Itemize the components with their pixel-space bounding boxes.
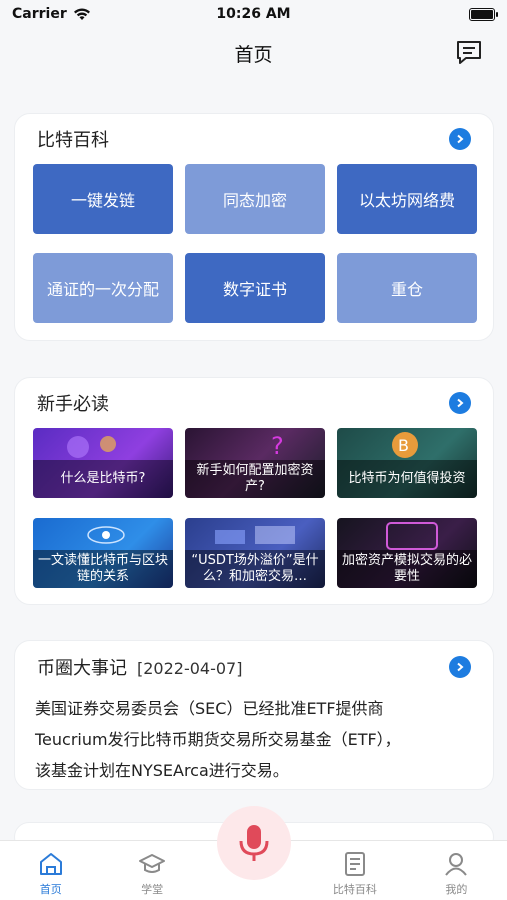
guides-grid: 什么是比特币? ? 新手如何配置加密资产? B 比特币为何值得投资 一文读懂比特… — [15, 428, 493, 588]
encyclopedia-item[interactable]: 一键发链 — [33, 164, 173, 234]
news-card: 币圈大事记 [2022-04-07] 美国证券交易委员会（SEC）已经批准ETF… — [14, 640, 494, 790]
question-illustration: ? — [271, 432, 284, 460]
tab-label: 我的 — [445, 883, 468, 896]
voice-button[interactable] — [217, 806, 291, 880]
encyclopedia-item[interactable]: 重仓 — [337, 253, 477, 323]
guides-header: 新手必读 — [15, 378, 493, 428]
encyclopedia-title: 比特百科 — [37, 130, 109, 151]
encyclopedia-item[interactable]: 数字证书 — [185, 253, 325, 323]
tab-profile[interactable]: 我的 — [406, 841, 507, 900]
guide-item[interactable]: 加密资产模拟交易的必要性 — [337, 518, 477, 588]
book-icon — [344, 852, 365, 876]
message-icon[interactable] — [455, 39, 483, 67]
bitcoin-illustration — [67, 436, 116, 458]
guide-item[interactable]: 一文读懂比特币与区块链的关系 — [33, 518, 173, 588]
tab-label: 首页 — [39, 883, 62, 896]
page-title: 首页 — [234, 43, 273, 66]
encyclopedia-item[interactable]: 通证的一次分配 — [33, 253, 173, 323]
tab-encyclopedia[interactable]: 比特百科 — [304, 841, 405, 900]
news-line: 美国证券交易委员会（SEC）已经批准ETF提供商 — [35, 699, 384, 718]
chart-illustration — [215, 526, 295, 544]
graduation-cap-icon — [139, 854, 166, 873]
guide-item[interactable]: 什么是比特币? — [33, 428, 173, 498]
news-title: 币圈大事记 — [37, 658, 127, 679]
microphone-icon — [239, 825, 269, 861]
news-line: Teucrium发行比特币期货交易所交易基金（ETF）， — [35, 730, 401, 749]
atom-illustration — [87, 526, 125, 544]
guide-caption: 什么是比特币? — [33, 460, 173, 498]
tab-label: 比特百科 — [332, 883, 377, 896]
carrier-label: Carrier — [12, 6, 67, 22]
encyclopedia-item-label: 同态加密 — [222, 191, 287, 210]
news-body[interactable]: 美国证券交易委员会（SEC）已经批准ETF提供商 Teucrium发行比特币期货… — [15, 693, 493, 786]
guide-caption: 一文读懂比特币与区块链的关系 — [33, 550, 173, 588]
encyclopedia-item[interactable]: 以太坊网络费 — [337, 164, 477, 234]
svg-text:?: ? — [271, 432, 284, 460]
news-title-wrap: 币圈大事记 [2022-04-07] — [37, 654, 242, 680]
tab-label: 学堂 — [141, 883, 164, 896]
guide-caption: 新手如何配置加密资产? — [185, 460, 325, 498]
guides-more-icon[interactable] — [449, 392, 471, 414]
encyclopedia-grid: 一键发链 同态加密 以太坊网络费 通证的一次分配 数字证书 重仓 — [15, 164, 493, 323]
guide-caption: 加密资产模拟交易的必要性 — [337, 550, 477, 588]
guide-item[interactable]: ? 新手如何配置加密资产? — [185, 428, 325, 498]
wifi-icon — [73, 8, 90, 20]
bitcoin-coin-illustration: B — [392, 432, 418, 458]
battery-icon — [469, 7, 498, 21]
status-left: Carrier — [12, 6, 91, 22]
encyclopedia-item-label: 重仓 — [390, 280, 423, 299]
encyclopedia-header: 比特百科 — [15, 114, 493, 164]
news-line: 该基金计划在NYSEArca进行交易。 — [35, 761, 289, 780]
encyclopedia-item-label: 通证的一次分配 — [46, 280, 159, 299]
guide-item[interactable]: B 比特币为何值得投资 — [337, 428, 477, 498]
svg-text:B: B — [398, 436, 409, 455]
encyclopedia-item-label: 以太坊网络费 — [358, 191, 455, 210]
phone-illustration — [386, 522, 438, 550]
guides-title: 新手必读 — [37, 394, 109, 415]
guides-card: 新手必读 什么是比特币? ? 新手如何配置加密资产? B 比特币为何值得投资 一… — [14, 377, 494, 605]
encyclopedia-more-icon[interactable] — [449, 128, 471, 150]
user-icon — [445, 853, 468, 876]
status-bar: Carrier 10:26 AM — [0, 0, 507, 28]
guide-caption: 比特币为何值得投资 — [337, 460, 477, 498]
news-header: 币圈大事记 [2022-04-07] — [15, 641, 493, 693]
guide-item[interactable]: “USDT场外溢价”是什么？和加密交易… — [185, 518, 325, 588]
encyclopedia-card: 比特百科 一键发链 同态加密 以太坊网络费 通证的一次分配 数字证书 重仓 — [14, 113, 494, 341]
news-more-icon[interactable] — [449, 656, 471, 678]
encyclopedia-item[interactable]: 同态加密 — [185, 164, 325, 234]
encyclopedia-item-label: 一键发链 — [70, 191, 135, 210]
encyclopedia-item-label: 数字证书 — [222, 280, 287, 299]
home-icon — [39, 853, 62, 875]
news-date: [2022-04-07] — [137, 659, 243, 678]
nav-bar: 首页 — [0, 28, 507, 78]
tab-home[interactable]: 首页 — [0, 841, 101, 900]
tab-academy[interactable]: 学堂 — [101, 841, 202, 900]
guide-caption: “USDT场外溢价”是什么？和加密交易… — [185, 550, 325, 588]
